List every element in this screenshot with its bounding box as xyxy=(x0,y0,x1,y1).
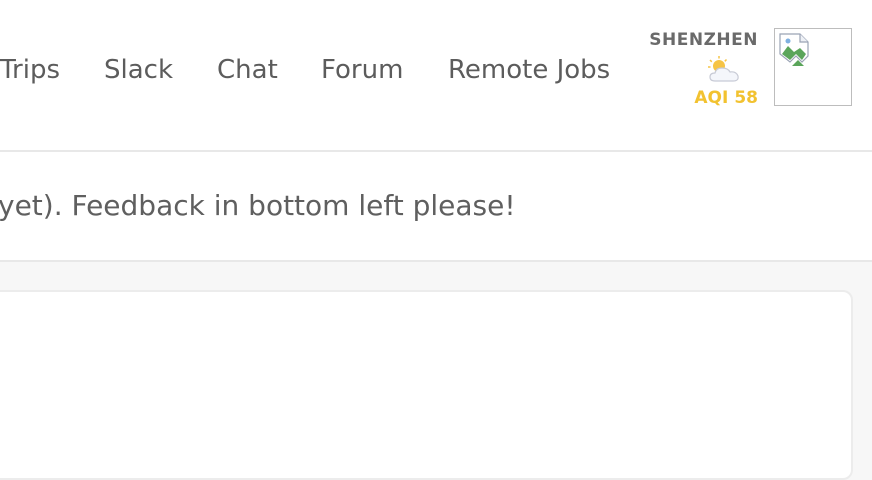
nav-item-forum[interactable]: Forum xyxy=(321,52,403,88)
feedback-notice-bar: yet). Feedback in bottom left please! xyxy=(0,152,872,262)
top-navigation-bar: Trips Slack Chat Forum Remote Jobs SHENZ… xyxy=(0,0,872,152)
aqi-label: AQI xyxy=(694,88,729,108)
aqi-value: 58 xyxy=(734,88,758,108)
aqi-indicator: AQI 58 xyxy=(694,88,758,108)
nav-item-remote-jobs[interactable]: Remote Jobs xyxy=(448,52,610,88)
partly-cloudy-icon xyxy=(708,56,739,82)
city-name: SHENZHEN xyxy=(649,30,758,50)
nav-item-trips[interactable]: Trips xyxy=(0,52,60,88)
feedback-notice-text: yet). Feedback in bottom left please! xyxy=(0,189,516,222)
broken-image-icon xyxy=(779,33,809,66)
content-card xyxy=(0,290,853,480)
nav-item-slack[interactable]: Slack xyxy=(104,52,173,88)
nav-item-chat[interactable]: Chat xyxy=(217,52,278,88)
avatar[interactable] xyxy=(774,28,852,106)
